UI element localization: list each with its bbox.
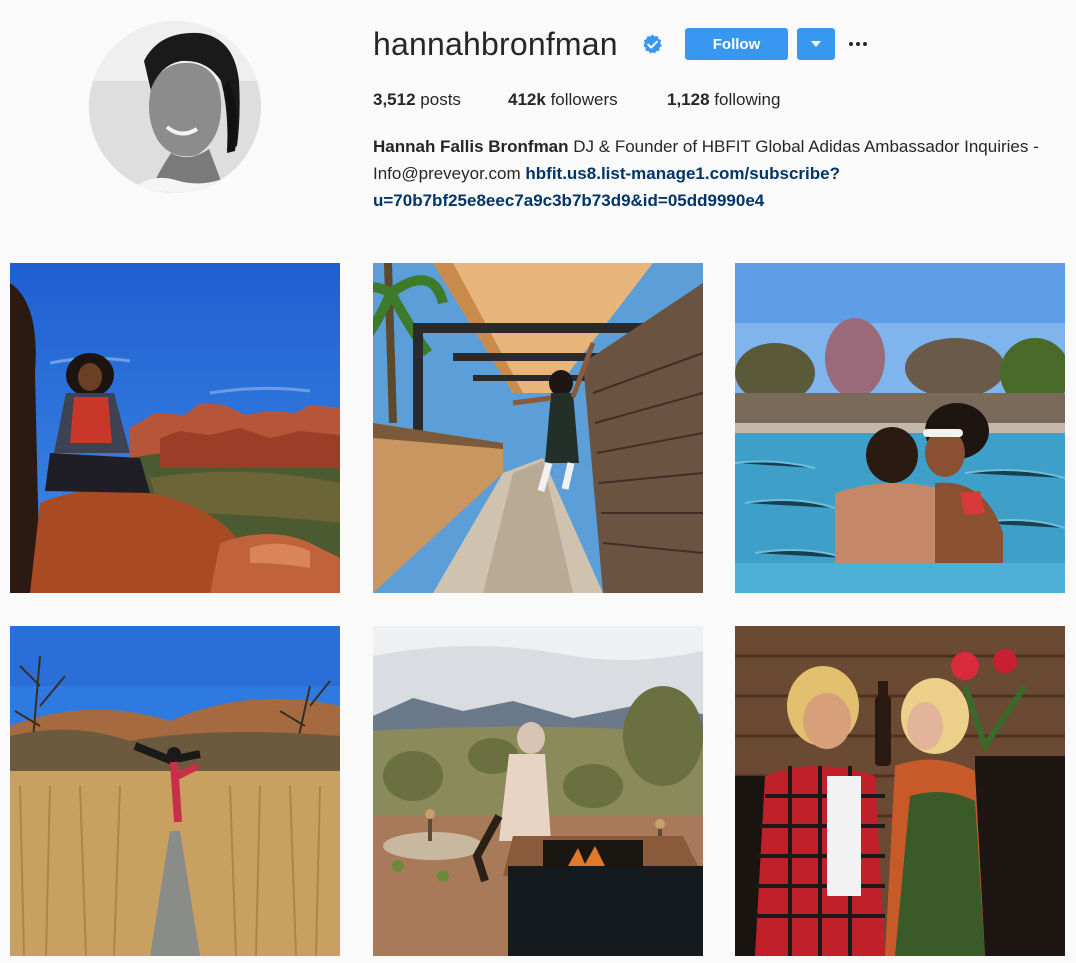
profile-bio: Hannah Fallis Bronfman DJ & Founder of H…	[373, 133, 1063, 214]
post-image-pool	[735, 263, 1065, 593]
post-image-corridor	[373, 263, 703, 593]
posts-count-label: posts	[420, 90, 461, 109]
profile-page: hannahbronfman Follow 3,512 posts 412k f…	[0, 0, 1076, 963]
suggested-accounts-dropdown-button[interactable]	[797, 28, 835, 60]
following-count-label: following	[714, 90, 781, 109]
post-image-field-yoga	[10, 626, 340, 956]
post-image-desert-firepit	[373, 626, 703, 956]
verified-badge-icon	[641, 33, 664, 56]
post-image-costume-party	[735, 626, 1065, 956]
more-options-button[interactable]	[846, 30, 870, 58]
following-link[interactable]: 1,128 following	[667, 88, 780, 112]
posts-count-value: 3,512	[373, 90, 416, 109]
post-thumbnail-2[interactable]	[373, 263, 703, 593]
post-thumbnail-3[interactable]	[735, 263, 1065, 593]
posts-count: 3,512 posts	[373, 88, 461, 112]
followers-link[interactable]: 412k followers	[508, 88, 618, 112]
followers-count-label: followers	[550, 90, 618, 109]
followers-count-value: 412k	[508, 90, 546, 109]
avatar-photo	[89, 21, 261, 193]
profile-avatar[interactable]	[89, 21, 261, 193]
more-options-icon	[849, 42, 853, 46]
post-image-canyon	[10, 263, 340, 593]
post-thumbnail-6[interactable]	[735, 626, 1065, 956]
post-thumbnail-1[interactable]	[10, 263, 340, 593]
profile-username: hannahbronfman	[373, 26, 618, 62]
follow-button[interactable]: Follow	[685, 28, 788, 60]
post-thumbnail-5[interactable]	[373, 626, 703, 956]
profile-full-name: Hannah Fallis Bronfman	[373, 137, 569, 156]
chevron-down-icon	[811, 41, 821, 47]
post-thumbnail-4[interactable]	[10, 626, 340, 956]
following-count-value: 1,128	[667, 90, 710, 109]
